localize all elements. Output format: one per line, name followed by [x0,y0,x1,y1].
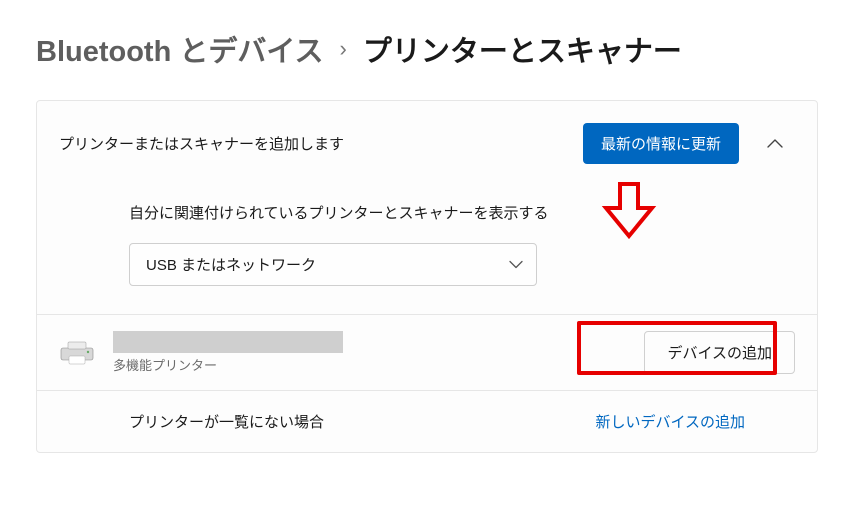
chevron-right-icon: › [340,36,347,62]
collapse-toggle[interactable] [755,124,795,164]
chevron-up-icon [767,139,783,149]
filter-select[interactable]: USB またはネットワーク [129,243,537,286]
add-printer-title: プリンターまたはスキャナーを追加します [59,133,567,154]
add-new-device-link[interactable]: 新しいデバイスの追加 [595,411,745,432]
breadcrumb-parent[interactable]: Bluetooth とデバイス [36,28,324,70]
printer-not-listed-row: プリンターが一覧にない場合 新しいデバイスの追加 [37,391,817,452]
add-device-button[interactable]: デバイスの追加 [644,331,795,374]
filter-area: 自分に関連付けられているプリンターとスキャナーを表示する USB またはネットワ… [37,186,817,314]
filter-selected-value: USB またはネットワーク [146,254,316,275]
breadcrumb-current: プリンターとスキャナー [363,28,682,70]
add-printer-section: プリンターまたはスキャナーを追加します 最新の情報に更新 自分に関連付けられてい… [37,101,817,315]
settings-panel: プリンターまたはスキャナーを追加します 最新の情報に更新 自分に関連付けられてい… [36,100,818,453]
filter-label: 自分に関連付けられているプリンターとスキャナーを表示する [129,202,795,223]
printer-subtitle: 多機能プリンター [113,355,626,374]
printer-row: 多機能プリンター デバイスの追加 [37,315,817,391]
not-listed-label: プリンターが一覧にない場合 [129,411,577,432]
printer-name-redacted [113,331,343,353]
refresh-button[interactable]: 最新の情報に更新 [583,123,739,164]
printer-icon [59,340,95,366]
breadcrumb: Bluetooth とデバイス › プリンターとスキャナー [0,0,854,100]
